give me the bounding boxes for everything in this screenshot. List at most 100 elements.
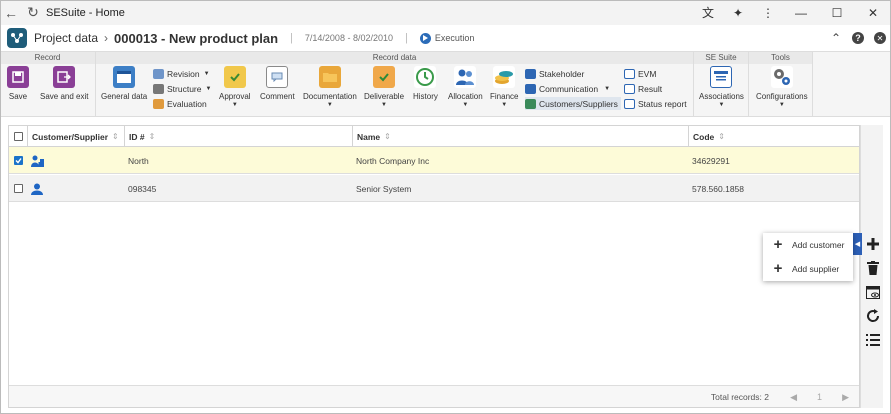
configurations-label: Configurations [756, 92, 808, 101]
collapse-menu-toggle[interactable]: ◀ [853, 233, 862, 255]
result-label: Result [638, 83, 663, 94]
stakeholder-button[interactable]: Stakeholder [525, 67, 584, 80]
ribbon-toolbar: Record Record data SE Suite Tools Save S… [0, 51, 891, 117]
evaluation-icon [153, 98, 164, 109]
deliverable-button[interactable]: Deliverable ▼ [364, 66, 404, 108]
stakeholder-label: Stakeholder [539, 68, 585, 79]
group-record-header: Record [0, 52, 95, 64]
allocation-label: Allocation [448, 92, 483, 101]
status-report-button[interactable]: Status report [624, 97, 687, 110]
breadcrumb[interactable]: Project data [34, 31, 98, 45]
grid-footer: Total records: 2 ◀ 1 ▶ [9, 385, 859, 407]
dropdown-caret-icon: ▼ [203, 71, 210, 77]
communication-button[interactable]: Communication ▼ [525, 82, 610, 95]
general-data-label: General data [101, 92, 148, 101]
group-tools-header: Tools [749, 52, 812, 64]
more-vertical-icon[interactable]: ⋮ [753, 0, 783, 25]
finance-label: Finance [490, 92, 519, 101]
page-title: 000013 - New product plan [114, 30, 279, 46]
general-data-button[interactable]: General data [101, 66, 147, 101]
allocation-button[interactable]: Allocation ▼ [448, 66, 483, 108]
associations-button[interactable]: Associations ▼ [699, 66, 744, 108]
dropdown-caret-icon: ▼ [326, 102, 333, 108]
sort-icon: ⇕ [112, 132, 119, 141]
extensions-icon[interactable]: ✦ [723, 0, 753, 25]
refresh-icon[interactable]: ↻ [22, 0, 44, 25]
structure-button[interactable]: Structure ▼ [153, 82, 211, 95]
approval-button[interactable]: Approval ▼ [219, 66, 251, 108]
add-menu-popup: + Add customer + Add supplier [763, 233, 853, 281]
column-header-customer-supplier[interactable]: Customer/Supplier ⇕ [27, 126, 128, 147]
next-page-icon[interactable]: ▶ [842, 386, 849, 408]
comment-icon [266, 66, 289, 88]
associations-icon [710, 66, 733, 88]
dropdown-caret-icon: ▼ [205, 86, 212, 92]
select-all-checkbox[interactable] [14, 132, 23, 141]
page-number[interactable]: 1 [817, 386, 822, 408]
save-icon [7, 66, 29, 88]
divider: | [290, 32, 293, 44]
divider: | [404, 32, 408, 44]
evm-button[interactable]: EVM [624, 67, 656, 80]
customers-suppliers-button[interactable]: Customers/Suppliers [525, 97, 621, 110]
comment-label: Comment [260, 92, 295, 101]
documentation-label: Documentation [303, 92, 357, 101]
column-header-id[interactable]: ID # ⇕ [124, 126, 353, 147]
finance-button[interactable]: Finance ▼ [490, 66, 518, 108]
configurations-button[interactable]: Configurations ▼ [756, 66, 808, 108]
history-button[interactable]: History [413, 66, 438, 101]
plus-icon: + [773, 260, 783, 277]
dropdown-caret-icon: ▼ [381, 102, 387, 108]
save-button[interactable]: Save [7, 66, 29, 101]
evaluation-button[interactable]: Evaluation [153, 97, 207, 110]
dropdown-caret-icon: ▼ [604, 86, 611, 92]
column-header-code[interactable]: Code ⇕ [688, 126, 859, 147]
add-supplier-menu-item[interactable]: + Add supplier [763, 257, 853, 281]
general-data-icon [113, 66, 136, 88]
table-row[interactable]: North North Company Inc 34629291 [9, 147, 859, 174]
minimize-icon[interactable]: — [783, 0, 819, 25]
revision-button[interactable]: Revision ▼ [153, 67, 210, 80]
column-header-name[interactable]: Name ⇕ [352, 126, 688, 147]
back-icon[interactable]: ← [0, 0, 22, 25]
row-checkbox[interactable] [14, 184, 23, 193]
view-details-icon[interactable] [864, 283, 882, 301]
group-se-suite-header: SE Suite [694, 52, 748, 64]
plus-icon: + [773, 236, 783, 253]
cell-id: 098345 [128, 183, 157, 194]
list-options-icon[interactable] [864, 331, 882, 349]
dropdown-caret-icon: ▼ [231, 102, 238, 108]
documentation-button[interactable]: Documentation ▼ [303, 66, 357, 108]
cell-code: 34629291 [692, 155, 730, 166]
customers-suppliers-grid: Customer/Supplier ⇕ ID # ⇕ Name ⇕ Code ⇕ Nor… [8, 125, 860, 408]
maximize-icon[interactable]: ☐ [819, 0, 855, 25]
collapse-up-icon[interactable]: ⌃ [825, 25, 847, 51]
history-label: History [413, 92, 438, 101]
add-customer-menu-item[interactable]: + Add customer [763, 233, 853, 257]
approval-label: Approval [219, 92, 251, 101]
save-and-exit-button[interactable]: Save and exit [40, 66, 88, 101]
sort-icon: ⇕ [384, 132, 391, 141]
add-icon[interactable] [864, 235, 882, 253]
chevron-right-icon: › [104, 31, 109, 45]
allocation-users-icon [454, 66, 477, 88]
row-checkbox[interactable] [14, 156, 23, 165]
status-report-icon [624, 98, 635, 109]
previous-page-icon[interactable]: ◀ [790, 386, 797, 408]
table-row[interactable]: 098345 Senior System 578.560.1858 [9, 175, 859, 202]
help-icon[interactable]: ? [847, 25, 869, 51]
close-icon[interactable]: ✕ [855, 0, 891, 25]
associations-label: Associations [699, 92, 744, 101]
close-icon[interactable]: ✕ [869, 25, 891, 51]
status-label: Execution [434, 33, 475, 43]
delete-trash-icon[interactable] [864, 259, 882, 277]
refresh-icon[interactable] [864, 307, 882, 325]
play-icon [419, 32, 431, 44]
dropdown-caret-icon: ▼ [718, 102, 725, 108]
comment-button[interactable]: Comment [260, 66, 295, 101]
translate-icon[interactable]: 文 [693, 0, 723, 25]
dropdown-caret-icon: ▼ [462, 102, 469, 108]
customers-suppliers-label: Customers/Suppliers [539, 98, 618, 109]
save-and-exit-label: Save and exit [40, 92, 89, 101]
result-button[interactable]: Result [624, 82, 662, 95]
